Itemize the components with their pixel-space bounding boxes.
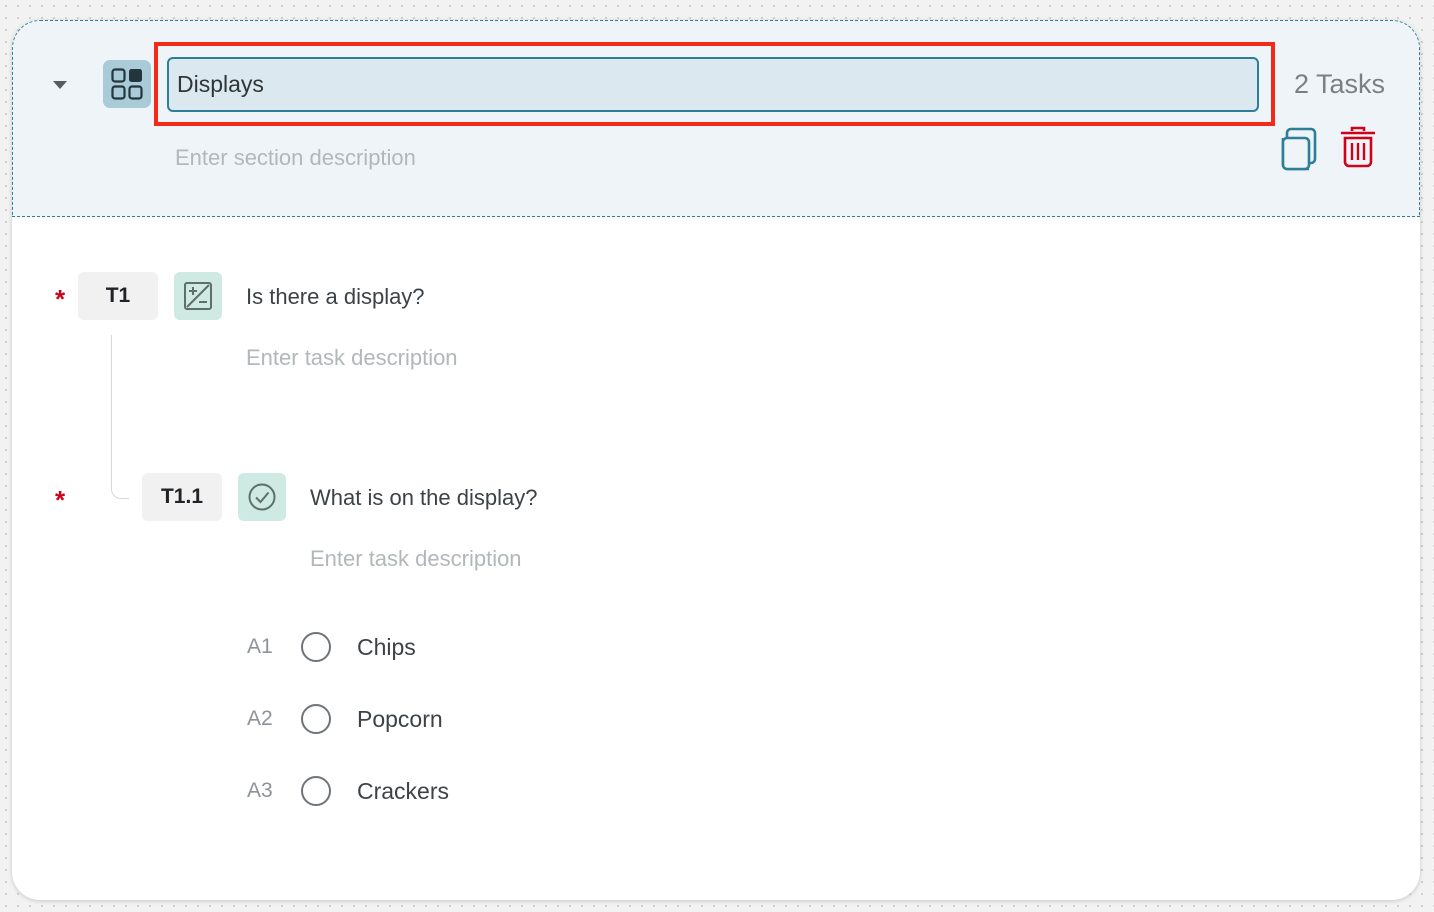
task-description-field[interactable]: Enter task description xyxy=(310,546,522,572)
plus-minus-icon xyxy=(174,272,222,320)
required-marker: * xyxy=(55,485,66,515)
copy-icon xyxy=(1281,127,1317,171)
radio-button[interactable] xyxy=(301,704,331,734)
task-description-field[interactable]: Enter task description xyxy=(246,345,458,371)
grid-icon xyxy=(103,60,151,108)
answer-option[interactable]: A1 Chips xyxy=(247,629,416,665)
delete-button[interactable] xyxy=(1339,125,1377,169)
copy-button[interactable] xyxy=(1281,126,1323,172)
required-marker: * xyxy=(55,284,66,314)
section-header: 2 Tasks Enter section description xyxy=(12,20,1420,217)
answer-label: Crackers xyxy=(357,777,450,804)
task-id-badge[interactable]: T1.1 xyxy=(142,473,222,521)
answer-option[interactable]: A3 Crackers xyxy=(247,773,449,809)
check-circle-icon xyxy=(238,473,286,521)
answer-code: A3 xyxy=(247,779,273,802)
task-title[interactable]: What is on the display? xyxy=(310,485,537,511)
caret-down-icon[interactable] xyxy=(53,81,67,89)
tree-connector xyxy=(111,335,129,499)
answer-code: A2 xyxy=(247,707,273,730)
answer-option[interactable]: A2 Popcorn xyxy=(247,701,443,737)
answer-code: A1 xyxy=(247,635,273,658)
trash-icon xyxy=(1341,126,1375,168)
task-id-badge[interactable]: T1 xyxy=(78,272,158,320)
task-count: 2 Tasks xyxy=(1293,69,1385,99)
radio-button[interactable] xyxy=(301,776,331,806)
task-title[interactable]: Is there a display? xyxy=(246,284,425,310)
section-description-field[interactable]: Enter section description xyxy=(175,145,416,171)
section-card: 2 Tasks Enter section description * T1 xyxy=(12,20,1420,900)
answer-label: Chips xyxy=(357,633,416,660)
section-title-input[interactable] xyxy=(167,57,1259,112)
radio-button[interactable] xyxy=(301,632,331,662)
answer-label: Popcorn xyxy=(357,705,443,732)
